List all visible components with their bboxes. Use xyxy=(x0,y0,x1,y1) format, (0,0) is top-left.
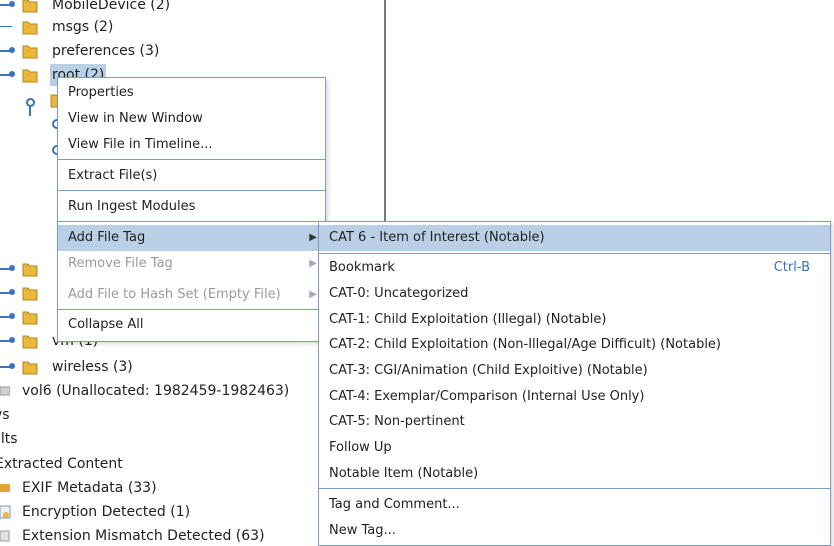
submenu-arrow-icon: ▶ xyxy=(309,232,317,243)
menu-separator xyxy=(319,488,830,489)
menu-item-add-file-to-hash-set[interactable]: Add File to Hash Set (Empty File) ▶ xyxy=(58,282,325,308)
menu-item-label: View in New Window xyxy=(68,111,203,126)
menu-item-label: Remove File Tag xyxy=(68,256,173,271)
tree-node-label: preferences (3) xyxy=(52,43,160,59)
folder-icon xyxy=(22,287,38,301)
menu-separator xyxy=(58,159,325,160)
submenu-item-tag-and-comment[interactable]: Tag and Comment... xyxy=(319,492,830,518)
context-menu: Properties View in New Window View File … xyxy=(57,77,326,342)
folder-icon xyxy=(22,335,38,349)
menu-item-properties[interactable]: Properties xyxy=(58,80,325,106)
tree-expander-icon[interactable] xyxy=(0,313,15,319)
menu-item-collapse-all[interactable]: Collapse All xyxy=(58,312,325,338)
content-pane xyxy=(386,0,834,222)
tree-node-label: Encryption Detected (1) xyxy=(22,504,191,520)
tree-node-label: Extension Mismatch Detected (63) xyxy=(22,528,265,544)
submenu-item-label: CAT-5: Non-pertinent xyxy=(329,414,465,429)
menu-item-label: View File in Timeline... xyxy=(68,137,213,152)
submenu-item-label: CAT-1: Child Exploitation (Illegal) (Not… xyxy=(329,312,607,327)
menu-item-extract-files[interactable]: Extract File(s) xyxy=(58,163,325,189)
submenu-item-follow-up[interactable]: Follow Up xyxy=(319,435,830,461)
submenu-item-notable-item[interactable]: Notable Item (Notable) xyxy=(319,461,830,487)
submenu-item-label: CAT-0: Uncategorized xyxy=(329,286,469,301)
menu-separator xyxy=(58,190,325,191)
menu-item-run-ingest-modules[interactable]: Run Ingest Modules xyxy=(58,194,325,220)
tree-connector xyxy=(0,26,12,27)
folder-icon xyxy=(22,0,38,13)
submenu-item-label: New Tag... xyxy=(329,523,396,538)
menu-item-label: Add File to Hash Set (Empty File) xyxy=(68,287,281,302)
shortcut-label: Ctrl-B xyxy=(773,260,810,275)
folder-icon xyxy=(22,311,38,325)
tree-node-mobiledevice[interactable]: MobileDevice (2) xyxy=(0,0,384,16)
tree-node-label: EXIF Metadata (33) xyxy=(22,480,157,496)
tree-expander-icon[interactable] xyxy=(0,265,15,271)
submenu-arrow-icon: ▶ xyxy=(309,289,317,300)
menu-item-view-file-in-timeline[interactable]: View File in Timeline... xyxy=(58,132,325,158)
menu-item-label: Extract File(s) xyxy=(68,168,158,183)
menu-separator xyxy=(319,253,830,254)
tree-node-label: MobileDevice (2) xyxy=(52,0,171,13)
menu-item-view-in-new-window[interactable]: View in New Window xyxy=(58,106,325,132)
folder-icon xyxy=(22,69,38,83)
lock-file-icon xyxy=(0,505,11,519)
submenu-item-label: Follow Up xyxy=(329,440,392,455)
tree-node-label: vs xyxy=(0,407,10,423)
menu-item-label: Run Ingest Modules xyxy=(68,199,196,214)
submenu-item-cat3[interactable]: CAT-3: CGI/Animation (Child Exploitive) … xyxy=(319,358,830,384)
submenu-item-cat0[interactable]: CAT-0: Uncategorized xyxy=(319,281,830,307)
tree-connector xyxy=(29,106,31,116)
submenu-item-cat1[interactable]: CAT-1: Child Exploitation (Illegal) (Not… xyxy=(319,307,830,333)
submenu-arrow-icon: ▶ xyxy=(309,258,317,269)
tree-node-preferences[interactable]: preferences (3) xyxy=(0,40,384,62)
folder-icon xyxy=(22,263,38,277)
menu-item-label: Properties xyxy=(68,85,134,100)
submenu-item-label: CAT-2: Child Exploitation (Non-Illegal/A… xyxy=(329,337,721,352)
submenu-item-new-tag[interactable]: New Tag... xyxy=(319,518,830,544)
tree-node-label: wireless (3) xyxy=(52,359,133,375)
submenu-item-cat2[interactable]: CAT-2: Child Exploitation (Non-Illegal/A… xyxy=(319,332,830,358)
menu-separator xyxy=(58,221,325,222)
tree-expander-icon[interactable] xyxy=(0,47,15,53)
submenu-item-label: Notable Item (Notable) xyxy=(329,466,479,481)
folder-icon xyxy=(22,361,38,375)
tree-expander-icon[interactable] xyxy=(0,337,15,343)
submenu-item-label: CAT-4: Exemplar/Comparison (Internal Use… xyxy=(329,389,645,404)
tag-submenu: CAT 6 - Item of Interest (Notable) Bookm… xyxy=(318,221,831,546)
tree-expander-icon[interactable] xyxy=(0,1,15,7)
menu-separator xyxy=(58,309,325,310)
submenu-item-label: CAT 6 - Item of Interest (Notable) xyxy=(329,230,545,245)
submenu-item-label: CAT-3: CGI/Animation (Child Exploitive) … xyxy=(329,363,648,378)
tree-node-label: Extracted Content xyxy=(0,456,123,472)
submenu-item-label: Bookmark xyxy=(329,260,395,275)
file-icon xyxy=(0,530,10,542)
tree-expander-icon[interactable] xyxy=(0,71,15,77)
disk-icon xyxy=(0,386,10,396)
submenu-item-cat4[interactable]: CAT-4: Exemplar/Comparison (Internal Use… xyxy=(319,384,830,410)
menu-item-remove-file-tag[interactable]: Remove File Tag ▶ xyxy=(58,251,325,277)
tree-node-label: msgs (2) xyxy=(52,19,114,35)
tree-node-msgs[interactable]: msgs (2) xyxy=(0,16,384,38)
menu-item-add-file-tag[interactable]: Add File Tag ▶ xyxy=(58,225,325,251)
tree-expander-icon[interactable] xyxy=(0,289,15,295)
submenu-item-label: Tag and Comment... xyxy=(329,497,460,512)
submenu-item-cat5[interactable]: CAT-5: Non-pertinent xyxy=(319,409,830,435)
submenu-item-cat6[interactable]: CAT 6 - Item of Interest (Notable) xyxy=(319,225,830,251)
tree-node-label: vol6 (Unallocated: 1982459-1982463) xyxy=(22,383,290,399)
tree-node-label: ults xyxy=(0,431,18,447)
menu-item-label: Collapse All xyxy=(68,317,144,332)
folder-icon xyxy=(22,21,38,35)
camera-icon xyxy=(0,484,10,492)
folder-icon xyxy=(22,45,38,59)
tree-expander-icon[interactable] xyxy=(0,363,15,369)
submenu-item-bookmark[interactable]: Bookmark Ctrl-B xyxy=(319,255,830,281)
menu-item-label: Add File Tag xyxy=(68,230,146,245)
